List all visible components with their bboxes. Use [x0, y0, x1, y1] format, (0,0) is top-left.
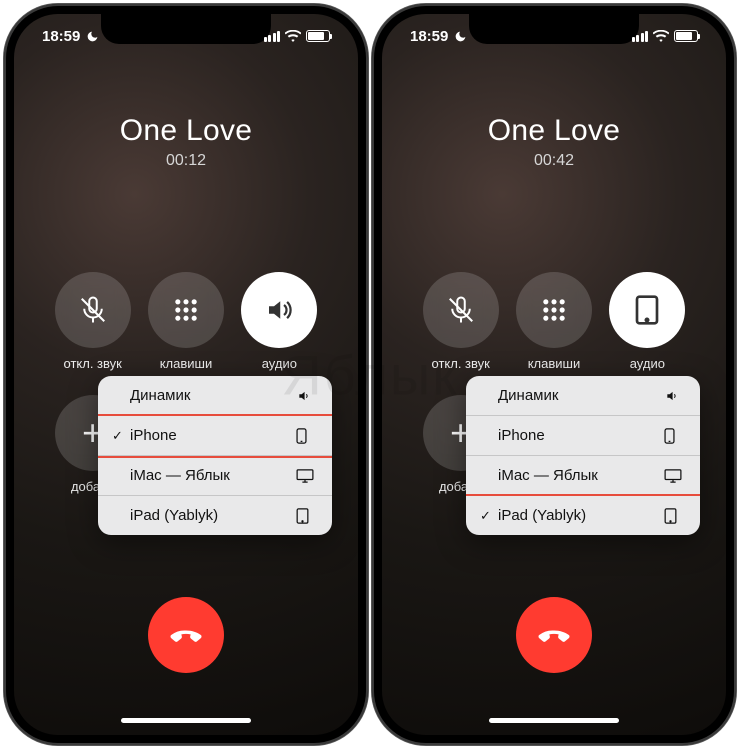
keypad-icon [172, 296, 200, 324]
status-time: 18:59 [42, 28, 80, 45]
call-timer: 00:42 [382, 152, 726, 170]
menu-item-label: iPhone [498, 427, 664, 444]
tablet-icon [635, 295, 659, 325]
audio-button[interactable] [241, 272, 317, 348]
phone-icon [664, 428, 686, 444]
moon-icon [454, 30, 467, 43]
desktop-icon [296, 469, 318, 483]
menu-item-label: iPad (Yablyk) [498, 507, 664, 524]
tablet-icon [296, 508, 318, 524]
device-frame-left: 18:59 One Love 00:12 [4, 4, 368, 745]
desktop-icon [664, 469, 686, 483]
call-header: One Love 00:42 [382, 114, 726, 170]
mic-off-icon [78, 295, 108, 325]
battery-icon [674, 30, 698, 42]
end-call-button[interactable] [148, 597, 224, 673]
mute-label: откл. звук [64, 356, 122, 371]
keypad-label: клавиши [528, 356, 581, 371]
status-right [632, 30, 699, 42]
signal-icon [632, 31, 649, 42]
caller-name: One Love [382, 114, 726, 148]
mute-label: откл. звук [432, 356, 490, 371]
status-right [264, 30, 331, 42]
audio-route-ipad[interactable]: iPad (Yablyk) [98, 496, 332, 535]
mic-off-icon [446, 295, 476, 325]
audio-route-speaker[interactable]: Динамик [466, 376, 700, 416]
device-frame-right: 18:59 One Love 00:42 [372, 4, 736, 745]
signal-icon [264, 31, 281, 42]
audio-route-iphone[interactable]: iPhone [466, 416, 700, 456]
status-bar: 18:59 [14, 14, 358, 58]
audio-route-ipad[interactable]: ✓ iPad (Yablyk) [466, 496, 700, 535]
audio-label: аудио [630, 356, 665, 371]
call-timer: 00:12 [14, 152, 358, 170]
audio-route-speaker[interactable]: Динамик [98, 376, 332, 416]
battery-icon [306, 30, 330, 42]
audio-label: аудио [262, 356, 297, 371]
speaker-icon [264, 295, 294, 325]
status-left: 18:59 [410, 28, 467, 45]
mute-button[interactable] [423, 272, 499, 348]
menu-item-label: Динамик [130, 387, 296, 404]
keypad-button[interactable] [148, 272, 224, 348]
home-indicator[interactable] [121, 718, 251, 723]
menu-item-label: Динамик [498, 387, 664, 404]
hangup-icon [536, 617, 572, 653]
end-call-button[interactable] [516, 597, 592, 673]
wifi-icon [653, 30, 669, 42]
audio-route-menu: Динамик ✓ iPhone iMac — Яблык [98, 376, 332, 535]
call-controls: откл. звук клавиши аудио [382, 272, 726, 494]
menu-item-label: iMac — Яблык [498, 467, 664, 484]
status-bar: 18:59 [382, 14, 726, 58]
hangup-icon [168, 617, 204, 653]
keypad-button[interactable] [516, 272, 592, 348]
home-indicator[interactable] [489, 718, 619, 723]
call-header: One Love 00:12 [14, 114, 358, 170]
audio-route-menu: Динамик iPhone iMac — Яблык [466, 376, 700, 535]
moon-icon [86, 30, 99, 43]
status-time: 18:59 [410, 28, 448, 45]
check-icon: ✓ [112, 428, 130, 444]
speaker-small-icon [296, 389, 318, 403]
menu-item-label: iMac — Яблык [130, 467, 296, 484]
screen: 18:59 One Love 00:42 [382, 14, 726, 735]
keypad-icon [540, 296, 568, 324]
speaker-small-icon [664, 389, 686, 403]
screen: 18:59 One Love 00:12 [14, 14, 358, 735]
status-left: 18:59 [42, 28, 99, 45]
audio-button[interactable] [609, 272, 685, 348]
menu-item-label: iPhone [130, 427, 296, 444]
check-icon: ✓ [480, 508, 498, 524]
phone-icon [296, 428, 318, 444]
menu-item-label: iPad (Yablyk) [130, 507, 296, 524]
audio-route-iphone[interactable]: ✓ iPhone [98, 416, 332, 456]
call-controls: откл. звук клавиши аудио [14, 272, 358, 494]
keypad-label: клавиши [160, 356, 213, 371]
wifi-icon [285, 30, 301, 42]
audio-route-imac[interactable]: iMac — Яблык [466, 456, 700, 496]
mute-button[interactable] [55, 272, 131, 348]
tablet-icon [664, 508, 686, 524]
caller-name: One Love [14, 114, 358, 148]
audio-route-imac[interactable]: iMac — Яблык [98, 456, 332, 496]
